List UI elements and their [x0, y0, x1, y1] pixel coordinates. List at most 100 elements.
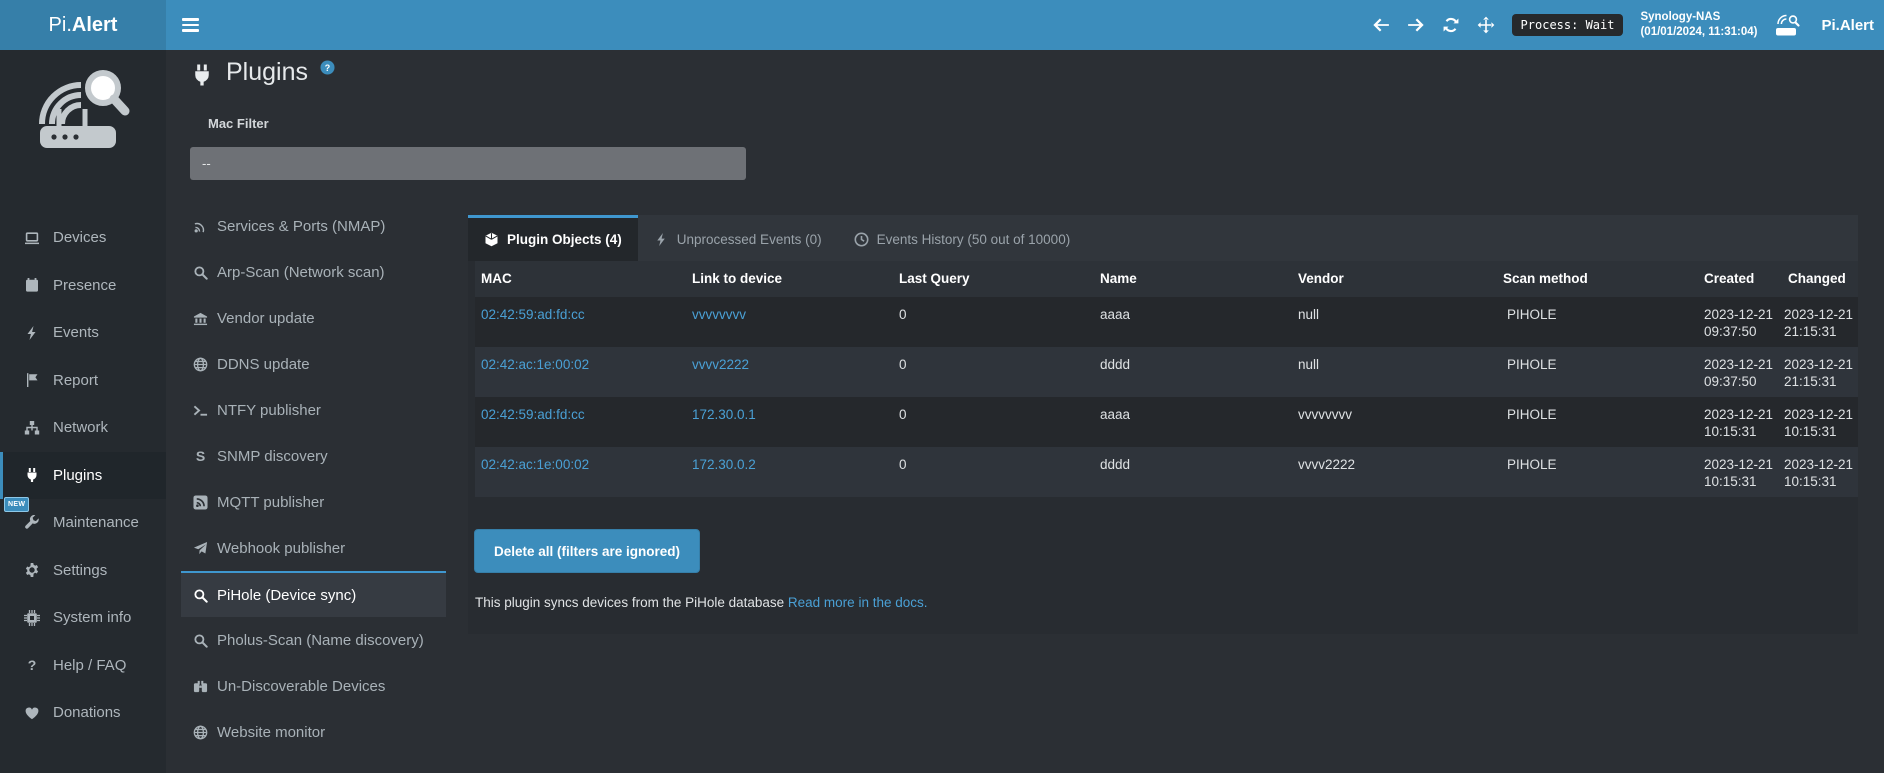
mac-link[interactable]: 02:42:ac:1e:00:02: [481, 457, 589, 472]
plugin-item-label: Un-Discoverable Devices: [217, 678, 385, 695]
sidebar-item-presence[interactable]: Presence: [0, 262, 166, 310]
col-created: Created: [1702, 261, 1782, 297]
cell-created: 2023-12-2109:37:50: [1702, 297, 1782, 347]
cell-last-query: 0: [893, 397, 1094, 447]
plugin-item-label: Pholus-Scan (Name discovery): [217, 632, 424, 649]
cell-scan-method: PIHOLE: [1501, 297, 1702, 347]
plugin-item-label: Vendor update: [217, 310, 315, 327]
sidebar-item-label: Maintenance: [53, 514, 139, 531]
plugin-item-label: Webhook publisher: [217, 540, 345, 557]
arrow-left-icon: [1372, 16, 1390, 34]
plugin-item-website-monitor[interactable]: Website monitor: [181, 709, 446, 755]
sidebar-item-network[interactable]: Network: [0, 404, 166, 452]
plugin-item-vendor-update[interactable]: Vendor update: [181, 295, 446, 341]
plugin-item-ntfy-publisher[interactable]: NTFY publisher: [181, 387, 446, 433]
mac-filter-label: Mac Filter: [208, 116, 269, 131]
sidebar: Devices Presence Events Repor: [0, 50, 166, 773]
cell-scan-method: PIHOLE: [1501, 397, 1702, 447]
mac-filter-select[interactable]: --: [190, 147, 746, 180]
mac-link[interactable]: 02:42:59:ad:fd:cc: [481, 307, 585, 322]
search-icon: [193, 265, 208, 280]
col-changed: Changed: [1782, 261, 1856, 297]
table-row-dddd: 02:42:ac:1e:00:02 172.30.0.2 0 dddd vvvv…: [475, 447, 1858, 497]
sidebar-item-devices[interactable]: Devices: [0, 214, 166, 262]
sidebar-item-label: Devices: [53, 229, 106, 246]
sidebar-item-label: Help / FAQ: [53, 657, 126, 674]
device-link[interactable]: 172.30.0.1: [692, 407, 756, 422]
plugin-item-webhook-publisher[interactable]: Webhook publisher: [181, 525, 446, 571]
wrench-icon: [24, 515, 40, 531]
sidebar-item-help-faq[interactable]: ? Help / FAQ: [0, 642, 166, 690]
cell-name: dddd: [1094, 347, 1292, 397]
plugin-item-label: DDNS update: [217, 356, 310, 373]
plugin-item-pholus-scan-name-discovery[interactable]: Pholus-Scan (Name discovery): [181, 617, 446, 663]
tab-plugin-objects-4[interactable]: Plugin Objects (4): [468, 215, 638, 261]
heart-icon: [24, 705, 40, 721]
sidebar-item-plugins[interactable]: Plugins: [0, 452, 166, 500]
device-link[interactable]: 172.30.0.2: [692, 457, 756, 472]
plugin-item-un-discoverable-devices[interactable]: Un-Discoverable Devices: [181, 663, 446, 709]
nav-button-refresh[interactable]: [1442, 16, 1460, 34]
menu-toggle-icon[interactable]: [182, 16, 202, 34]
docs-link[interactable]: Read more in the docs.: [788, 595, 928, 610]
brand-logo[interactable]: Pi.Alert: [0, 0, 166, 50]
column-label: Name: [1100, 271, 1137, 286]
cell-last-query: 0: [893, 297, 1094, 347]
help-icon[interactable]: ?: [320, 60, 335, 75]
col-name: Name: [1094, 261, 1292, 297]
pialert-app: Pi.Alert Process: Wait Synology-NAS (01/…: [0, 0, 1884, 773]
nav-button-maximize[interactable]: [1477, 16, 1495, 34]
sidebar-item-events[interactable]: Events: [0, 309, 166, 357]
router-icon: [1774, 14, 1804, 37]
sidebar-item-system-info[interactable]: System info: [0, 594, 166, 642]
tab-events-history-50-out-of-10000[interactable]: Events History (50 out of 10000): [838, 215, 1087, 261]
cell-created: 2023-12-2110:15:31: [1702, 397, 1782, 447]
mac-link[interactable]: 02:42:59:ad:fd:cc: [481, 407, 585, 422]
host-info: Synology-NAS (01/01/2024, 11:31:04): [1640, 10, 1757, 40]
plugin-item-label: NTFY publisher: [217, 402, 321, 419]
plugin-item-pihole-device-sync[interactable]: PiHole (Device sync): [181, 571, 446, 617]
globe-icon: [193, 725, 208, 740]
plugin-item-snmp-discovery[interactable]: S SNMP discovery: [181, 433, 446, 479]
flag-icon: [24, 372, 40, 388]
sidebar-item-donations[interactable]: Donations: [0, 689, 166, 737]
tab-unprocessed-events-0[interactable]: Unprocessed Events (0): [638, 215, 838, 261]
mac-link[interactable]: 02:42:ac:1e:00:02: [481, 357, 589, 372]
table-row-aaaa: 02:42:59:ad:fd:cc 172.30.0.1 0 aaaa vvvv…: [475, 397, 1858, 447]
move-icon: [1477, 16, 1495, 34]
sidebar-item-label: Donations: [53, 704, 121, 721]
search-icon: [193, 588, 208, 603]
sidebar-item-label: Presence: [53, 277, 116, 294]
globe-icon: [193, 357, 208, 372]
plugin-item-services-ports-nmap[interactable]: Services & Ports (NMAP): [181, 203, 446, 249]
laptop-icon: [24, 230, 40, 246]
binoculars-icon: [193, 679, 208, 694]
device-link[interactable]: vvvvvvvv: [692, 307, 746, 322]
gear-icon: [24, 562, 40, 578]
new-badge: NEW: [4, 497, 29, 512]
plugin-item-mqtt-publisher[interactable]: MQTT publisher: [181, 479, 446, 525]
column-label: Vendor: [1298, 271, 1344, 286]
nav-button-forward[interactable]: [1407, 16, 1425, 34]
plugin-item-arp-scan-network-scan[interactable]: Arp-Scan (Network scan): [181, 249, 446, 295]
sidebar-item-settings[interactable]: Settings: [0, 547, 166, 595]
page-title: Plugins: [226, 58, 308, 87]
plugin-item-ddns-update[interactable]: DDNS update: [181, 341, 446, 387]
tab-bar: Plugin Objects (4) Unprocessed Events (0…: [468, 215, 1858, 261]
navbar-right-cluster: Process: Wait Synology-NAS (01/01/2024, …: [1372, 0, 1874, 50]
refresh-icon: [1442, 16, 1460, 34]
plugin-item-label: Arp-Scan (Network scan): [217, 264, 385, 281]
cell-last-query: 0: [893, 347, 1094, 397]
nav-button-back[interactable]: [1372, 16, 1390, 34]
delete-all-button[interactable]: Delete all (filters are ignored): [474, 529, 700, 573]
chip-icon: [24, 610, 40, 626]
device-link[interactable]: vvvv2222: [692, 357, 749, 372]
sidebar-item-report[interactable]: Report: [0, 357, 166, 405]
sidebar-item-maintenance[interactable]: NEW Maintenance: [0, 499, 166, 547]
table-body: 02:42:59:ad:fd:cc vvvvvvvv 0 aaaa null P…: [468, 297, 1858, 497]
col-last-query: Last Query: [893, 261, 1094, 297]
sidebar-item-label: Report: [53, 372, 98, 389]
plugin-item-label: Services & Ports (NMAP): [217, 218, 385, 235]
cell-scan-method: PIHOLE: [1501, 347, 1702, 397]
bolt-icon: [654, 232, 669, 247]
